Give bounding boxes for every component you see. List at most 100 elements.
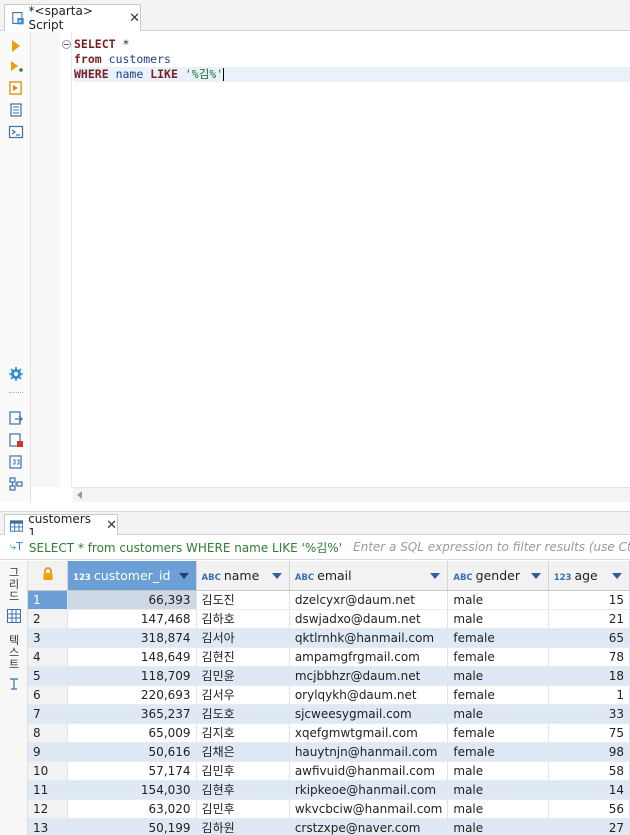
cell-name[interactable]: 김지호 bbox=[196, 723, 290, 743]
grid-icon[interactable] bbox=[6, 608, 22, 624]
cell-customer-id[interactable]: 118,709 bbox=[67, 666, 197, 686]
column-header-gender[interactable]: ABC gender bbox=[447, 561, 549, 591]
cell-gender[interactable]: female bbox=[447, 647, 549, 667]
cell-gender[interactable]: male bbox=[447, 780, 549, 800]
row-number[interactable]: 7 bbox=[28, 704, 69, 724]
cell-name[interactable]: 김현진 bbox=[196, 647, 290, 667]
cell-email[interactable]: wkvcbciw@hanmail.com bbox=[289, 799, 449, 819]
cell-email[interactable]: rkipkeoe@hanmail.com bbox=[289, 780, 449, 800]
cell-name[interactable]: 김민후 bbox=[196, 799, 290, 819]
row-number[interactable]: 9 bbox=[28, 742, 69, 762]
import-icon[interactable] bbox=[8, 432, 24, 448]
cell-age[interactable]: 33 bbox=[548, 704, 630, 724]
sort-dropdown-icon[interactable] bbox=[178, 573, 189, 579]
row-number[interactable]: 1 bbox=[28, 590, 69, 610]
export-icon[interactable] bbox=[8, 410, 24, 426]
cell-email[interactable]: dswjadxo@daum.net bbox=[289, 609, 449, 629]
fold-collapse-icon[interactable] bbox=[62, 40, 71, 49]
table-row[interactable]: 6 220,693 김서우 orylqykh@daum.net female 1 bbox=[28, 685, 630, 705]
cell-email[interactable]: hauytnjn@hanmail.com bbox=[289, 742, 449, 762]
row-number[interactable]: 13 bbox=[28, 818, 69, 835]
table-row[interactable]: 1 66,393 김도진 dzelcyxr@daum.net male 15 bbox=[28, 590, 630, 610]
cell-email[interactable]: ampamgfrgmail.com bbox=[289, 647, 449, 667]
script-tab[interactable]: *<sparta> Script ✕ bbox=[4, 4, 141, 32]
cell-name[interactable]: 김서우 bbox=[196, 685, 290, 705]
sql-code[interactable]: SELECT * from customers WHERE name LIKE … bbox=[74, 37, 630, 82]
cell-customer-id[interactable]: 154,030 bbox=[67, 780, 197, 800]
cell-age[interactable]: 14 bbox=[548, 780, 630, 800]
cell-email[interactable]: qktlrnhk@hanmail.com bbox=[289, 628, 449, 648]
cell-email[interactable]: orylqykh@daum.net bbox=[289, 685, 449, 705]
table-row[interactable]: 12 63,020 김민후 wkvcbciw@hanmail.com male 56 bbox=[28, 799, 630, 819]
cell-gender[interactable]: male bbox=[447, 704, 549, 724]
grid-view-tab[interactable]: 그리드 bbox=[6, 567, 22, 603]
cell-customer-id[interactable]: 63,020 bbox=[67, 799, 197, 819]
cell-name[interactable]: 김채은 bbox=[196, 742, 290, 762]
cell-customer-id[interactable]: 148,649 bbox=[67, 647, 197, 667]
outline-icon[interactable] bbox=[8, 476, 24, 492]
cell-gender[interactable]: male bbox=[447, 666, 549, 686]
cell-gender[interactable]: male bbox=[447, 609, 549, 629]
table-row[interactable]: 8 65,009 김지호 xqefgmwtgmail.com female 75 bbox=[28, 723, 630, 743]
execute-statement-icon[interactable] bbox=[8, 38, 24, 54]
cell-gender[interactable]: male bbox=[447, 818, 549, 835]
column-header-email[interactable]: ABC email bbox=[289, 561, 449, 591]
row-number[interactable]: 2 bbox=[28, 609, 69, 629]
row-number[interactable]: 12 bbox=[28, 799, 69, 819]
cell-name[interactable]: 김하호 bbox=[196, 609, 290, 629]
cell-customer-id[interactable]: 66,393 bbox=[67, 590, 197, 610]
cell-customer-id[interactable]: 147,468 bbox=[67, 609, 197, 629]
cell-gender[interactable]: male bbox=[447, 761, 549, 781]
text-format-icon[interactable] bbox=[8, 677, 20, 691]
cell-name[interactable]: 김현후 bbox=[196, 780, 290, 800]
sort-dropdown-icon[interactable] bbox=[612, 573, 622, 579]
open-console-icon[interactable] bbox=[8, 124, 24, 140]
table-row[interactable]: 2 147,468 김하호 dswjadxo@daum.net male 21 bbox=[28, 609, 630, 629]
cell-name[interactable]: 김하원 bbox=[196, 818, 290, 835]
cell-customer-id[interactable]: 50,199 bbox=[67, 818, 197, 835]
cell-gender[interactable]: female bbox=[447, 742, 549, 762]
row-number[interactable]: 6 bbox=[28, 685, 69, 705]
table-row[interactable]: 11 154,030 김현후 rkipkeoe@hanmail.com male 14 bbox=[28, 780, 630, 800]
cell-customer-id[interactable]: 220,693 bbox=[67, 685, 197, 705]
table-row[interactable]: 3 318,874 김서아 qktlrnhk@hanmail.com female 65 bbox=[28, 628, 630, 648]
table-row[interactable]: 5 118,709 김민윤 mcjbbhzr@daum.net male 18 bbox=[28, 666, 630, 686]
row-number[interactable]: 10 bbox=[28, 761, 69, 781]
column-header-age[interactable]: 123 age bbox=[548, 561, 630, 591]
cell-email[interactable]: dzelcyxr@daum.net bbox=[289, 590, 449, 610]
cell-age[interactable]: 56 bbox=[548, 799, 630, 819]
cell-customer-id[interactable]: 50,616 bbox=[67, 742, 197, 762]
row-number[interactable]: 4 bbox=[28, 647, 69, 667]
cell-name[interactable]: 김서아 bbox=[196, 628, 290, 648]
cell-age[interactable]: 58 bbox=[548, 761, 630, 781]
cell-age[interactable]: 21 bbox=[548, 609, 630, 629]
cell-name[interactable]: 김민후 bbox=[196, 761, 290, 781]
cell-name[interactable]: 김도진 bbox=[196, 590, 290, 610]
row-number[interactable]: 11 bbox=[28, 780, 69, 800]
sort-dropdown-icon[interactable] bbox=[430, 573, 441, 579]
cell-age[interactable]: 15 bbox=[548, 590, 630, 610]
cell-name[interactable]: 김민윤 bbox=[196, 666, 290, 686]
cell-age[interactable]: 1 bbox=[548, 685, 630, 705]
cell-gender[interactable]: male bbox=[447, 799, 549, 819]
cell-gender[interactable]: female bbox=[447, 723, 549, 743]
horizontal-scrollbar[interactable] bbox=[73, 487, 630, 502]
settings-icon[interactable] bbox=[8, 366, 24, 382]
table-row[interactable]: 4 148,649 김현진 ampamgfrgmail.com female 78 bbox=[28, 647, 630, 667]
cell-age[interactable]: 75 bbox=[548, 723, 630, 743]
row-number[interactable]: 3 bbox=[28, 628, 69, 648]
table-row[interactable]: 10 57,174 김민후 awfivuid@hanmail.com male 58 bbox=[28, 761, 630, 781]
column-header-customer-id[interactable]: 123 customer_id bbox=[67, 561, 197, 591]
cell-age[interactable]: 65 bbox=[548, 628, 630, 648]
filter-input[interactable]: Enter a SQL expression to filter results… bbox=[353, 540, 630, 554]
cell-customer-id[interactable]: 365,237 bbox=[67, 704, 197, 724]
cell-gender[interactable]: female bbox=[447, 685, 549, 705]
close-icon[interactable]: ✕ bbox=[106, 518, 117, 533]
cell-gender[interactable]: female bbox=[447, 628, 549, 648]
close-icon[interactable]: ✕ bbox=[129, 12, 140, 25]
sql-editor[interactable]: SELECT * from customers WHERE name LIKE … bbox=[31, 32, 630, 502]
sort-dropdown-icon[interactable] bbox=[271, 573, 282, 579]
row-number[interactable]: 5 bbox=[28, 666, 69, 686]
cell-name[interactable]: 김도호 bbox=[196, 704, 290, 724]
text-view-tab[interactable]: 텍스트 bbox=[6, 635, 22, 671]
